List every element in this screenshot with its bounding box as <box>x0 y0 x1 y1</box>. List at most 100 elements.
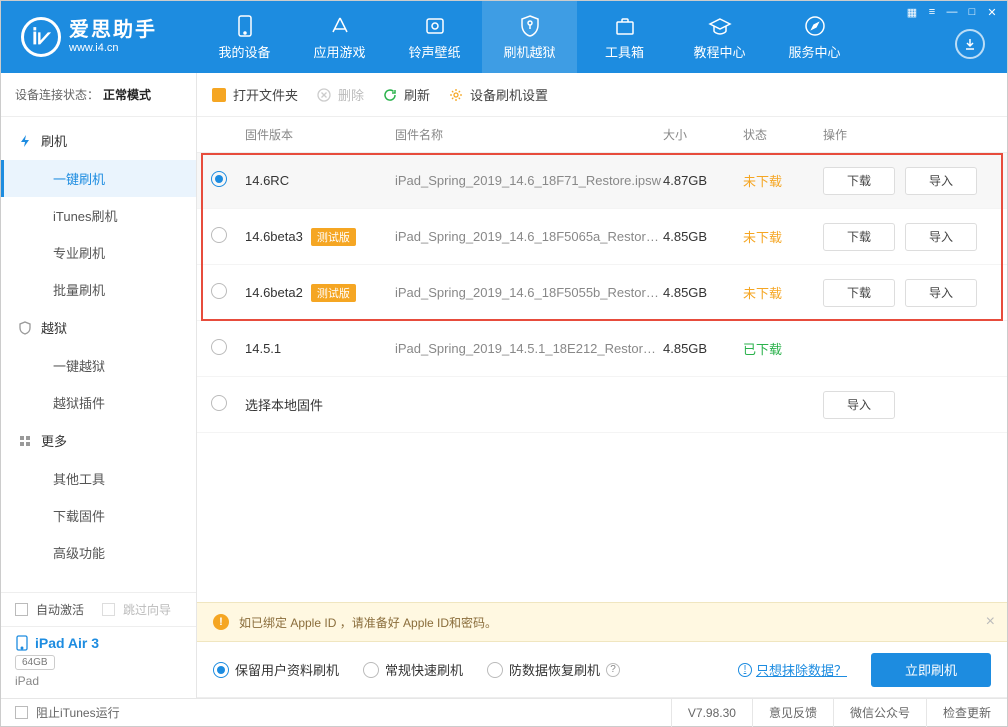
sidebar-item-other-tools[interactable]: 其他工具 <box>1 460 196 497</box>
sidebar-item-advanced[interactable]: 高级功能 <box>1 534 196 571</box>
firmware-row[interactable]: 14.6beta2测试版iPad_Spring_2019_14.6_18F505… <box>197 265 1007 321</box>
sidebar-group-more[interactable]: 更多 <box>1 421 196 460</box>
device-capacity: 64GB <box>15 655 55 670</box>
sidebar-item-pro-flash[interactable]: 专业刷机 <box>1 234 196 271</box>
nav-wallpaper[interactable]: 铃声壁纸 <box>387 1 482 73</box>
sidebar-item-jb-plugins[interactable]: 越狱插件 <box>1 384 196 421</box>
nav-flash[interactable]: 刷机越狱 <box>482 1 577 73</box>
app-header: ⅰ⩗ 爱思助手 www.i4.cn 我的设备 应用游戏 铃声壁纸 刷机越狱 工具… <box>1 1 1007 73</box>
firmware-status: 已下载 <box>743 339 823 358</box>
firmware-row[interactable]: 14.5.1iPad_Spring_2019_14.5.1_18E212_Res… <box>197 321 1007 377</box>
graduation-icon <box>708 14 732 38</box>
nav-service[interactable]: 服务中心 <box>767 1 862 73</box>
warning-text: 如已绑定 Apple ID ，请准备好 Apple ID和密码。 <box>239 614 497 631</box>
radio-icon <box>487 662 503 678</box>
wechat-button[interactable]: 微信公众号 <box>833 699 926 727</box>
import-button[interactable]: 导入 <box>905 223 977 251</box>
auto-activate-label: 自动激活 <box>36 601 84 618</box>
opt-fast[interactable]: 常规快速刷机 <box>363 660 463 679</box>
app-logo: ⅰ⩗ 爱思助手 www.i4.cn <box>1 17 197 57</box>
sidebar-group-flash[interactable]: 刷机 <box>1 121 196 160</box>
maximize-button[interactable]: □ <box>963 5 981 19</box>
info-icon: ! <box>738 663 752 677</box>
download-button[interactable]: 下载 <box>823 167 895 195</box>
top-nav: 我的设备 应用游戏 铃声壁纸 刷机越狱 工具箱 教程中心 服务中心 <box>197 1 1007 73</box>
download-button[interactable]: 下载 <box>823 279 895 307</box>
row-radio[interactable] <box>211 283 227 299</box>
start-flash-button[interactable]: 立即刷机 <box>871 653 991 687</box>
block-itunes-checkbox[interactable] <box>15 706 28 719</box>
sidebar-item-one-click-jb[interactable]: 一键越狱 <box>1 347 196 384</box>
firmware-version: 14.6beta2 <box>245 285 303 300</box>
flash-options-bar: 保留用户资料刷机 常规快速刷机 防数据恢复刷机? !只想抹除数据？ 立即刷机 <box>197 642 1007 698</box>
close-button[interactable]: ✕ <box>983 5 1001 19</box>
sidebar: 设备连接状态：正常模式 刷机 一键刷机 iTunes刷机 专业刷机 批量刷机 越… <box>1 73 197 698</box>
sidebar-item-download-fw[interactable]: 下载固件 <box>1 497 196 534</box>
gift-icon[interactable]: ▦ <box>903 5 921 19</box>
delete-icon <box>316 87 332 103</box>
firmware-size: 4.87GB <box>663 173 743 188</box>
device-type: iPad <box>15 674 182 688</box>
firmware-version: 14.6beta3 <box>245 229 303 244</box>
main-content: 打开文件夹 删除 刷新 设备刷机设置 固件版本 固件名称 大小 状态 操作 14… <box>197 73 1007 698</box>
col-ops: 操作 <box>823 126 993 143</box>
firmware-row[interactable]: 14.6RCiPad_Spring_2019_14.6_18F71_Restor… <box>197 153 1007 209</box>
download-button[interactable]: 下载 <box>823 223 895 251</box>
warning-close-button[interactable]: × <box>986 613 995 631</box>
more-icon <box>17 433 33 449</box>
skip-guide-checkbox[interactable] <box>102 603 115 616</box>
menu-icon[interactable]: ≡ <box>923 5 941 19</box>
device-icon <box>15 635 29 651</box>
erase-data-link[interactable]: !只想抹除数据？ <box>738 660 847 679</box>
nav-apps[interactable]: 应用游戏 <box>292 1 387 73</box>
device-info[interactable]: iPad Air 3 64GB iPad <box>1 626 196 698</box>
row-radio[interactable] <box>211 339 227 355</box>
firmware-row[interactable]: 14.6beta3测试版iPad_Spring_2019_14.6_18F506… <box>197 209 1007 265</box>
shield-icon <box>17 320 33 336</box>
firmware-name: iPad_Spring_2019_14.6_18F5055b_Restore.i… <box>395 285 663 300</box>
sidebar-item-itunes-flash[interactable]: iTunes刷机 <box>1 197 196 234</box>
firmware-status: 未下载 <box>743 283 823 302</box>
check-update-button[interactable]: 检查更新 <box>926 699 1007 727</box>
col-version: 固件版本 <box>245 126 395 143</box>
phone-icon <box>233 14 257 38</box>
settings-button[interactable]: 设备刷机设置 <box>448 85 548 104</box>
sidebar-item-batch-flash[interactable]: 批量刷机 <box>1 271 196 308</box>
col-status: 状态 <box>743 126 823 143</box>
opt-keep-data[interactable]: 保留用户资料刷机 <box>213 660 339 679</box>
compass-icon <box>803 14 827 38</box>
row-radio[interactable] <box>211 171 227 187</box>
firmware-name: iPad_Spring_2019_14.6_18F71_Restore.ipsw <box>395 173 663 188</box>
firmware-rows: 14.6RCiPad_Spring_2019_14.6_18F71_Restor… <box>197 153 1007 433</box>
nav-toolbox[interactable]: 工具箱 <box>577 1 672 73</box>
sidebar-item-one-click-flash[interactable]: 一键刷机 <box>1 160 196 197</box>
warning-icon: ! <box>213 614 229 630</box>
nav-tutorials[interactable]: 教程中心 <box>672 1 767 73</box>
import-button[interactable]: 导入 <box>905 167 977 195</box>
version-label: V7.98.30 <box>671 699 752 727</box>
device-name: iPad Air 3 <box>35 635 99 651</box>
firmware-row[interactable]: 选择本地固件导入 <box>197 377 1007 433</box>
opt-recovery[interactable]: 防数据恢复刷机? <box>487 660 620 679</box>
import-button[interactable]: 导入 <box>905 279 977 307</box>
appstore-icon <box>328 14 352 38</box>
sidebar-group-jailbreak[interactable]: 越狱 <box>1 308 196 347</box>
download-manager-button[interactable] <box>955 29 985 59</box>
feedback-button[interactable]: 意见反馈 <box>752 699 833 727</box>
folder-icon <box>212 88 226 102</box>
minimize-button[interactable]: — <box>943 5 961 19</box>
row-radio[interactable] <box>211 395 227 411</box>
table-header: 固件版本 固件名称 大小 状态 操作 <box>197 117 1007 153</box>
refresh-button[interactable]: 刷新 <box>382 85 430 104</box>
import-button[interactable]: 导入 <box>823 391 895 419</box>
auto-activate-checkbox[interactable] <box>15 603 28 616</box>
flash-icon <box>17 133 33 149</box>
firmware-status: 未下载 <box>743 171 823 190</box>
shield-key-icon <box>518 14 542 38</box>
open-folder-button[interactable]: 打开文件夹 <box>211 85 298 104</box>
nav-my-device[interactable]: 我的设备 <box>197 1 292 73</box>
row-radio[interactable] <box>211 227 227 243</box>
help-icon[interactable]: ? <box>606 663 620 677</box>
refresh-icon <box>382 87 398 103</box>
firmware-size: 4.85GB <box>663 341 743 356</box>
